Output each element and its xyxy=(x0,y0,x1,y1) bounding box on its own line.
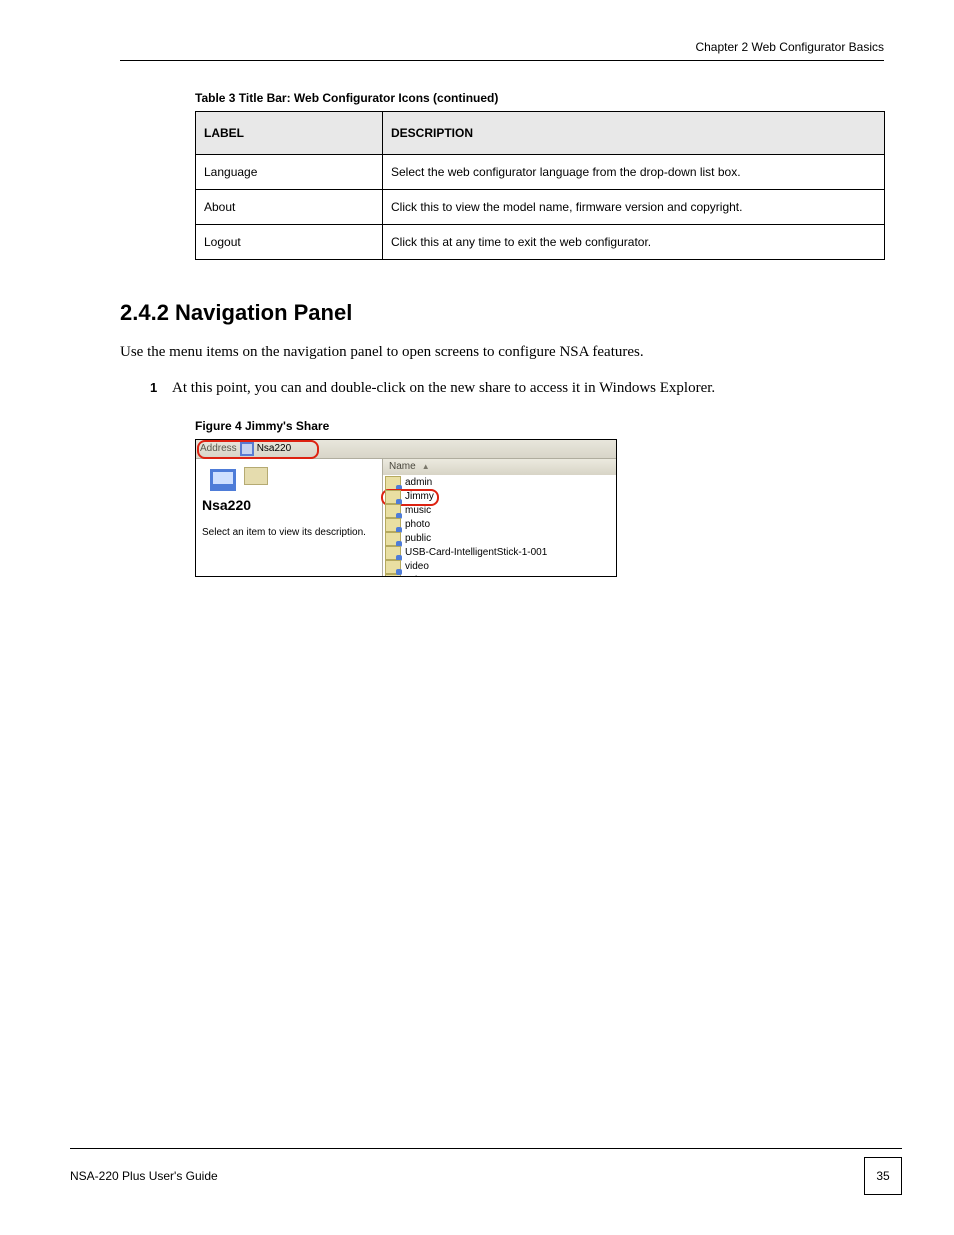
item-name: Jimmy xyxy=(405,491,434,502)
folder-large-icon xyxy=(244,467,268,485)
table-header-label: LABEL xyxy=(196,112,383,155)
table-header-description: DESCRIPTION xyxy=(383,112,885,155)
computer-large-icon xyxy=(210,469,236,491)
step-1: 1At this point, you can and double-click… xyxy=(150,378,884,398)
page-number-box: 35 xyxy=(864,1157,902,1195)
row-label: Logout xyxy=(196,225,383,260)
explorer-left-pane: Nsa220 Select an item to view its descri… xyxy=(196,459,383,577)
figure-caption: Figure 4 Jimmy's Share xyxy=(195,419,884,433)
row-desc: Click this to view the model name, firmw… xyxy=(383,190,885,225)
row-label: About xyxy=(196,190,383,225)
computer-icon xyxy=(240,442,254,456)
address-value: Nsa220 xyxy=(257,443,291,454)
table-row: Logout Click this at any time to exit th… xyxy=(196,225,885,260)
column-header-label: Name xyxy=(389,461,416,472)
share-folder-icon xyxy=(385,546,401,560)
list-item-jimmy[interactable]: Jimmy xyxy=(385,490,614,504)
running-header: Chapter 2 Web Configurator Basics xyxy=(120,40,884,61)
explorer-screenshot: Address Nsa220 Nsa220 Select an item to … xyxy=(195,439,617,577)
step-number: 1 xyxy=(150,379,172,397)
share-folder-icon xyxy=(385,560,401,574)
item-name: USB-Card-IntelligentStick-1-001 xyxy=(405,547,547,558)
footer-guide-name: NSA-220 Plus User's Guide xyxy=(70,1169,218,1183)
table-row: Language Select the web configurator lan… xyxy=(196,155,885,190)
item-name: public xyxy=(405,533,431,544)
sort-ascending-icon: ▲ xyxy=(422,462,430,471)
description-placeholder: Select an item to view its description. xyxy=(202,527,376,538)
table-caption: Table 3 Title Bar: Web Configurator Icon… xyxy=(195,91,884,105)
list-item[interactable]: music xyxy=(385,504,614,518)
table-row: About Click this to view the model name,… xyxy=(196,190,885,225)
row-desc: Click this at any time to exit the web c… xyxy=(383,225,885,260)
section-intro: Use the menu items on the navigation pan… xyxy=(120,342,884,362)
list-item[interactable]: Printers xyxy=(385,574,614,577)
page-number: 35 xyxy=(876,1169,889,1183)
step-body: At this point, you can and double-click … xyxy=(172,380,715,396)
share-folder-icon xyxy=(385,518,401,532)
share-folder-icon xyxy=(385,504,401,518)
selected-host-name: Nsa220 xyxy=(202,497,376,513)
list-item[interactable]: video xyxy=(385,560,614,574)
page-footer: NSA-220 Plus User's Guide 35 xyxy=(70,1148,902,1195)
item-name: admin xyxy=(405,477,432,488)
address-label: Address xyxy=(200,443,237,454)
share-folder-icon xyxy=(385,532,401,546)
share-list: admin Jimmy music photo public USB-Card-… xyxy=(383,475,616,577)
section-heading: 2.4.2 Navigation Panel xyxy=(120,300,884,326)
row-label: Language xyxy=(196,155,383,190)
item-name: video xyxy=(405,561,429,572)
column-header-name[interactable]: Name ▲ xyxy=(383,459,616,475)
list-item[interactable]: admin xyxy=(385,476,614,490)
share-folder-icon xyxy=(385,476,401,490)
item-name: Printers xyxy=(405,575,439,577)
explorer-right-pane: Name ▲ admin Jimmy music photo public US… xyxy=(383,459,616,577)
config-table: LABEL DESCRIPTION Language Select the we… xyxy=(195,111,885,260)
list-item[interactable]: USB-Card-IntelligentStick-1-001 xyxy=(385,546,614,560)
item-name: photo xyxy=(405,519,430,530)
list-item[interactable]: photo xyxy=(385,518,614,532)
share-folder-icon xyxy=(385,490,401,504)
list-item[interactable]: public xyxy=(385,532,614,546)
address-bar[interactable]: Address Nsa220 xyxy=(196,440,616,459)
item-name: music xyxy=(405,505,431,516)
row-desc: Select the web configurator language fro… xyxy=(383,155,885,190)
